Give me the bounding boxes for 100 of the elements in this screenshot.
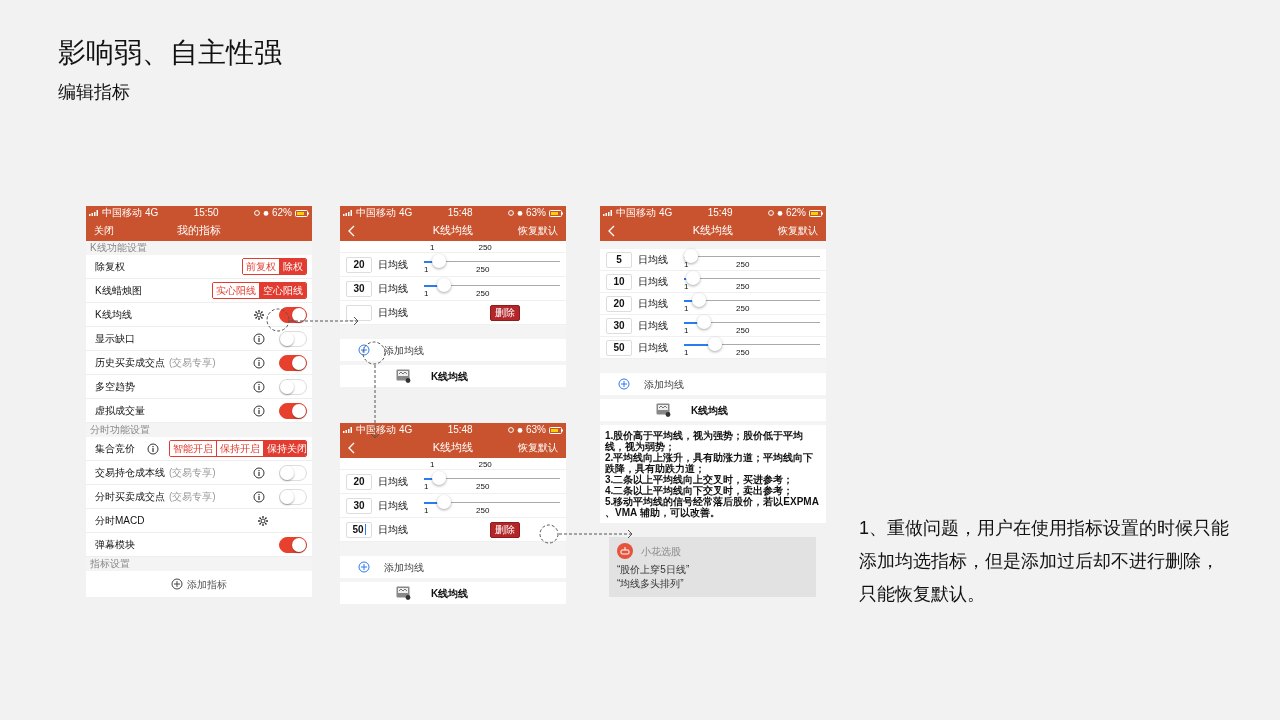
monitor-icon	[656, 403, 671, 417]
battery-icon	[809, 209, 823, 217]
settings-icon[interactable]	[253, 308, 265, 321]
period-field[interactable]: 50	[606, 339, 632, 356]
notification-text: “股价上穿5日线”	[617, 563, 691, 577]
setting-label: 多空趋势	[95, 380, 135, 394]
screen-title: 我的指标	[177, 223, 221, 239]
ma-label: 日均线	[638, 253, 669, 267]
signal-icon	[89, 210, 99, 216]
info-title: K线均线	[431, 369, 469, 384]
restore-default-link[interactable]: 恢复默认	[518, 223, 558, 238]
segment-option[interactable]: 智能开启	[170, 441, 216, 456]
segment-option[interactable]: 保持关闭	[263, 441, 306, 456]
close-link[interactable]: 关闭	[94, 223, 114, 238]
ma-label: 日均线	[378, 282, 409, 296]
period-field[interactable]: 20	[346, 256, 372, 273]
slider-min-label: 1	[684, 281, 689, 291]
period-field[interactable]: 30	[606, 317, 632, 334]
battery-icon	[549, 209, 563, 217]
slider-min-label: 1	[430, 243, 435, 252]
add-ma-button[interactable]: 添加均线	[340, 339, 566, 361]
toggle-switch[interactable]	[279, 354, 307, 371]
info-icon[interactable]	[253, 380, 265, 393]
back-icon[interactable]	[348, 224, 356, 237]
network-type: 4G	[399, 206, 413, 220]
slider-thumb[interactable]	[437, 277, 452, 292]
add-icon	[358, 561, 370, 573]
info-title: K线均线	[431, 586, 469, 601]
segment-option[interactable]: 实心阳线	[213, 283, 259, 298]
battery-icon	[295, 209, 309, 217]
battery-level: 62%	[785, 206, 806, 220]
slider-max-label: 250	[478, 243, 492, 252]
screen-title: K线均线	[432, 223, 474, 239]
slider-thumb[interactable]	[431, 253, 446, 268]
info-icon[interactable]	[253, 332, 265, 345]
info-icon[interactable]	[147, 442, 159, 455]
segment-option[interactable]: 空心阳线	[259, 283, 306, 298]
ma-label: 日均线	[638, 319, 669, 333]
period-field[interactable]: 5	[606, 251, 632, 268]
setting-label: 虚拟成交量	[95, 404, 145, 418]
slider-thumb[interactable]	[431, 470, 446, 485]
slider-min-label: 1	[424, 264, 429, 274]
toggle-switch[interactable]	[279, 306, 307, 323]
back-icon[interactable]	[348, 441, 356, 454]
ma-label: 日均线	[638, 341, 669, 355]
restore-default-link[interactable]: 恢复默认	[518, 440, 558, 455]
slider-thumb[interactable]	[683, 248, 698, 263]
segment-option[interactable]: 除权	[279, 259, 306, 274]
toggle-switch[interactable]	[279, 402, 307, 419]
network-type: 4G	[399, 423, 413, 437]
info-icon[interactable]	[253, 356, 265, 369]
period-field[interactable]: 20	[606, 295, 632, 312]
period-field[interactable]: 50	[346, 521, 372, 538]
carrier-name: 中国移动	[616, 206, 656, 220]
toggle-switch[interactable]	[279, 536, 307, 553]
delete-button[interactable]: 删除	[490, 304, 520, 321]
add-indicator-button[interactable]: 添加指标	[86, 571, 312, 597]
setting-label: 显示缺口	[95, 332, 135, 346]
settings-icon[interactable]	[257, 514, 269, 527]
period-field[interactable]: 20	[346, 473, 372, 490]
section-header: 指标设置	[89, 557, 131, 571]
highlight-circle	[266, 308, 290, 332]
slider-max-label: 250	[476, 288, 490, 298]
add-ma-button[interactable]: 添加均线	[340, 556, 566, 578]
add-icon	[358, 344, 370, 356]
ma-label: 日均线	[638, 297, 669, 311]
period-field[interactable]: 10	[606, 273, 632, 290]
info-icon[interactable]	[253, 466, 265, 479]
app-name: 小花选股	[641, 544, 681, 559]
exclusive-note: (交易专享)	[169, 490, 216, 504]
delete-button[interactable]: 删除	[490, 521, 520, 538]
add-ma-button[interactable]: 添加均线	[600, 373, 826, 395]
description-line: 3.二条以上平均线向上交叉时，买进参考；	[605, 474, 795, 485]
status-time: 15:48	[447, 206, 473, 220]
notification-text: “均线多头排列”	[617, 577, 685, 591]
segment-option[interactable]: 保持开启	[216, 441, 263, 456]
slider-max-label: 250	[736, 325, 750, 335]
carrier-name: 中国移动	[102, 206, 142, 220]
period-field[interactable]: 30	[346, 497, 372, 514]
setting-label: K线蜡烛图	[95, 284, 142, 298]
restore-default-link[interactable]: 恢复默认	[778, 223, 818, 238]
segment-option[interactable]: 前复权	[243, 259, 279, 274]
period-field[interactable]: 30	[346, 280, 372, 297]
setting-label: K线均线	[95, 308, 132, 322]
setting-label: 除复权	[95, 260, 125, 274]
info-icon[interactable]	[253, 404, 265, 417]
slider-max-label: 250	[476, 505, 490, 515]
setting-label: 交易持仓成本线	[95, 466, 165, 480]
description-line: 4.二条以上平均线向下交叉时，卖出参考；	[605, 485, 795, 496]
connector-arrow	[289, 316, 359, 326]
period-field[interactable]	[346, 304, 372, 321]
slider-min-label: 1	[424, 288, 429, 298]
carrier-name: 中国移动	[356, 206, 396, 220]
slider-max-label: 250	[736, 259, 750, 269]
slider-thumb[interactable]	[437, 494, 452, 509]
info-icon[interactable]	[253, 490, 265, 503]
section-header: 分时功能设置	[89, 423, 151, 437]
back-icon[interactable]	[608, 224, 616, 237]
network-type: 4G	[145, 206, 159, 220]
signal-icon	[343, 210, 353, 216]
